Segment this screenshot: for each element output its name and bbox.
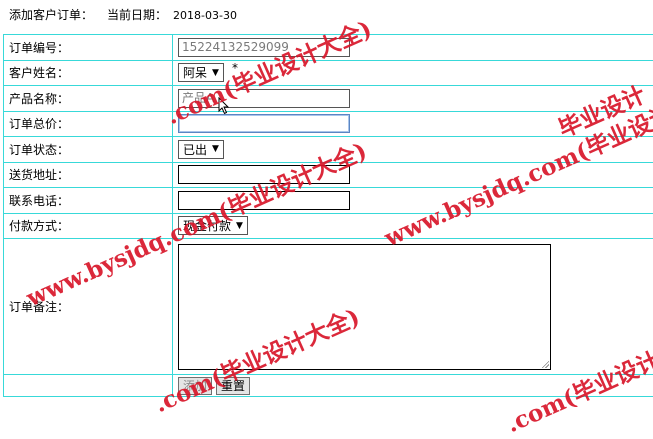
row-product: 产品名称： 产品A <box>4 86 653 112</box>
required-mark: * <box>232 61 238 75</box>
payment-cell: 现金付款 ▼ <box>173 213 653 239</box>
row-note: 订单备注： <box>4 239 653 375</box>
customer-cell: 阿呆 ▼ * <box>173 60 653 86</box>
customer-select[interactable]: 阿呆 ▼ <box>178 63 224 82</box>
note-label: 订单备注： <box>4 239 173 375</box>
product-label: 产品名称： <box>4 86 173 112</box>
row-buttons: 添加重置 <box>4 375 653 397</box>
address-label: 送货地址： <box>4 162 173 188</box>
total-price-cell <box>173 111 653 137</box>
row-address: 送货地址： <box>4 162 653 188</box>
product-input[interactable]: 产品A <box>178 89 350 108</box>
payment-select[interactable]: 现金付款 ▼ <box>178 216 248 235</box>
buttons-cell: 添加重置 <box>173 375 653 397</box>
status-cell: 已出 ▼ <box>173 137 653 163</box>
chevron-down-icon: ▼ <box>212 68 219 78</box>
row-customer: 客户姓名： 阿呆 ▼ * <box>4 60 653 86</box>
chevron-down-icon: ▼ <box>236 221 243 231</box>
row-total-price: 订单总价： <box>4 111 653 137</box>
row-phone: 联系电话： <box>4 188 653 214</box>
date-value: 2018-03-30 <box>173 9 237 22</box>
status-label: 订单状态： <box>4 137 173 163</box>
address-cell <box>173 162 653 188</box>
date-label: 当前日期： <box>107 8 167 22</box>
reset-button[interactable]: 重置 <box>216 377 250 395</box>
order-no-cell: 15224132529099 <box>173 35 653 61</box>
note-cell <box>173 239 653 375</box>
address-input[interactable] <box>178 165 350 184</box>
total-price-label: 订单总价： <box>4 111 173 137</box>
row-status: 订单状态： 已出 ▼ <box>4 137 653 163</box>
order-no-label: 订单编号： <box>4 35 173 61</box>
note-textarea[interactable] <box>178 244 551 370</box>
customer-label: 客户姓名： <box>4 60 173 86</box>
phone-label: 联系电话： <box>4 188 173 214</box>
status-select-value: 已出 <box>183 141 207 158</box>
status-select[interactable]: 已出 ▼ <box>178 140 224 159</box>
phone-cell <box>173 188 653 214</box>
resize-grip-icon[interactable] <box>541 360 549 368</box>
order-no-input[interactable]: 15224132529099 <box>178 38 350 57</box>
page-header: 添加客户订单： 当前日期： 2018-03-30 <box>9 7 237 23</box>
order-form: 订单编号： 15224132529099 客户姓名： 阿呆 ▼ * 产品名称： 产品… <box>3 34 653 397</box>
product-cell: 产品A <box>173 86 653 112</box>
chevron-down-icon: ▼ <box>212 144 219 154</box>
total-price-input[interactable] <box>178 114 350 133</box>
customer-select-value: 阿呆 <box>183 64 207 81</box>
page-title: 添加客户订单： <box>9 8 93 22</box>
payment-select-value: 现金付款 <box>183 217 231 234</box>
buttons-label-cell <box>4 375 173 397</box>
row-payment: 付款方式： 现金付款 ▼ <box>4 213 653 239</box>
add-button[interactable]: 添加 <box>178 377 212 395</box>
phone-input[interactable] <box>178 191 350 210</box>
row-order-no: 订单编号： 15224132529099 <box>4 35 653 61</box>
payment-label: 付款方式： <box>4 213 173 239</box>
